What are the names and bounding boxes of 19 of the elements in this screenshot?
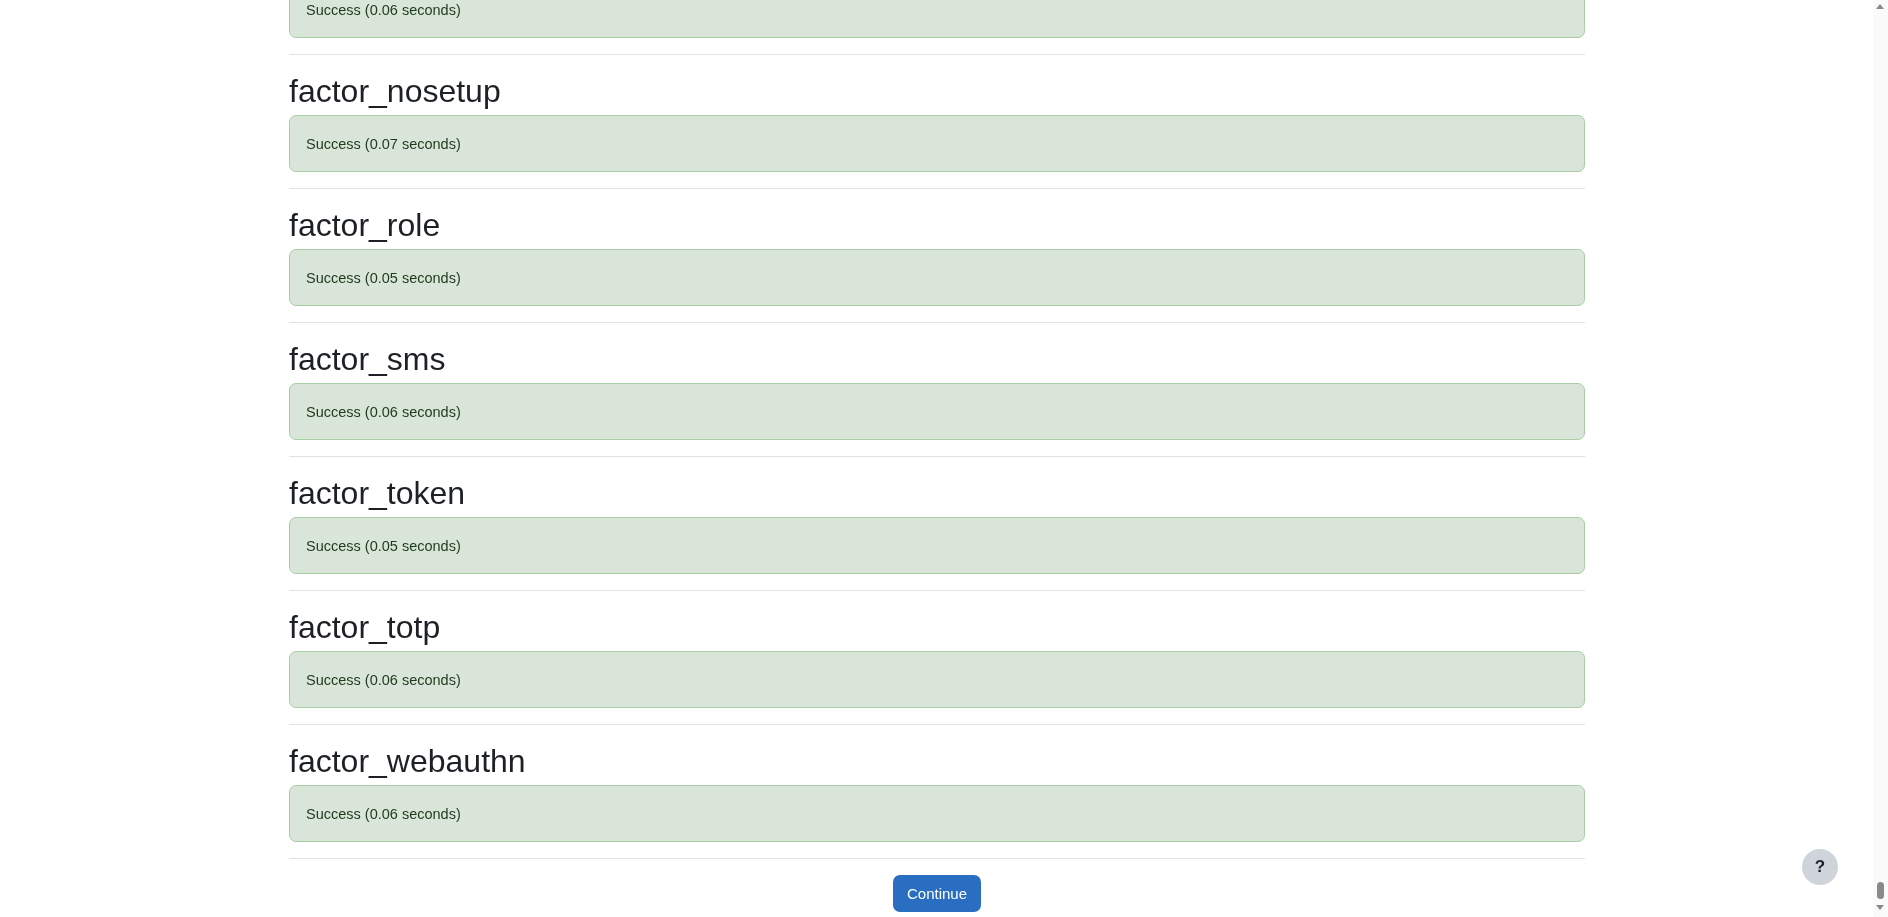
success-alert: Success (0.05 seconds) [289,249,1585,306]
scrollbar[interactable] [1873,0,1888,917]
success-alert: Success (0.06 seconds) [289,651,1585,708]
section-heading: factor_token [289,474,467,511]
success-alert: Success (0.05 seconds) [289,517,1585,574]
success-alert: Success (0.07 seconds) [289,115,1585,172]
section-heading: factor_nosetup [289,72,502,109]
continue-button[interactable]: Continue [893,875,981,912]
scrollbar-thumb[interactable] [1877,882,1884,899]
section-heading: factor_totp [289,608,442,645]
section-heading: factor_webauthn [289,742,527,779]
success-alert: Success (0.06 seconds) [289,785,1585,842]
section-heading: factor_sms [289,340,447,377]
help-button[interactable]: ? [1802,849,1838,885]
section-heading: factor_role [289,206,442,243]
success-alert: Success (0.06 seconds) [289,0,1585,38]
scroll-up-icon[interactable] [1876,4,1884,9]
scroll-down-icon[interactable] [1876,905,1884,910]
success-alert: Success (0.06 seconds) [289,383,1585,440]
